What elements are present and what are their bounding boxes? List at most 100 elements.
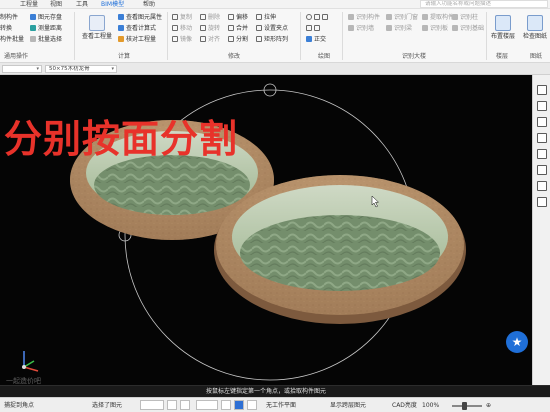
draw-tools-row-1[interactable] [306,14,330,22]
ribbon-btn-view-formula[interactable]: 查看计算式 [118,25,156,33]
ribbon-btn-recognize-column[interactable]: 识别柱 [452,14,478,22]
ortho-toggle[interactable] [221,400,231,410]
3d-viewport[interactable]: 分别按面分割 一起造价吧 ★ [0,75,532,385]
zoom-fit-icon[interactable] [537,181,547,191]
ribbon-btn-align[interactable]: 对齐 [200,36,220,44]
ribbon-btn-stretch[interactable]: 拉伸 [256,14,276,22]
view-front-icon[interactable] [537,133,547,143]
ribbon-btn-batch-select[interactable]: 批量选择 [30,36,62,44]
door-icon [386,14,392,20]
right-basin[interactable] [214,175,466,324]
app-window: 工程量 视图 工具 BIM模型 帮助 请输入功能名称或问题描述 制构件 转换 构… [0,0,550,412]
ribbon-btn-recognize-component[interactable]: 识别构件 [348,14,380,22]
ribbon-divider [300,12,301,60]
component-select[interactable]: 50×75木枋龙骨 ▾ [45,65,117,73]
draw-tools-row-2[interactable] [306,25,322,33]
offset-icon [228,14,234,20]
cad-brightness-slider[interactable] [452,405,482,407]
chevron-down-icon: ▾ [36,66,39,72]
select-mode-dropdown[interactable] [140,400,164,410]
ribbon-divider [486,12,487,60]
axis-gizmo [22,351,39,372]
align-icon [200,36,206,42]
array-icon [256,36,262,42]
polar-toggle[interactable] [247,400,257,410]
tab-help[interactable]: 帮助 [143,0,155,9]
selection-status: 选择了图元 [92,402,123,409]
workplane-dropdown[interactable]: 无工作平面 [266,401,296,410]
ribbon-btn-view-properties[interactable]: 查看图元属性 [118,14,162,22]
ribbon-btn-layout-floor[interactable]: 布置楼层 [488,15,518,40]
snap-toggle[interactable] [167,400,177,410]
ribbon-btn-move[interactable]: 移动 [172,25,192,33]
angle-dropdown[interactable] [196,400,218,410]
view-top-icon[interactable] [537,117,547,127]
drawing-icon [527,15,543,31]
point-icon [306,14,312,20]
component-selector-bar: ▾ 50×75木枋龙骨 ▾ [0,63,550,75]
star-icon: ★ [511,335,523,349]
ribbon-btn-mirror[interactable]: 镜像 [172,36,192,44]
view-side-icon[interactable] [537,149,547,159]
line-icon [314,14,320,20]
grid-toggle[interactable] [180,400,190,410]
display-crossfloor-toggle[interactable]: 显示跨层图元 [330,401,366,410]
layer-select[interactable]: ▾ [2,65,42,73]
ribbon-btn-rect-array[interactable]: 矩形阵列 [256,36,288,44]
overlay-title: 分别按面分割 [4,117,239,161]
orthogonal-toggle[interactable]: 正交 [306,36,326,44]
tab-view[interactable]: 视图 [50,0,62,9]
tab-bim-model[interactable]: BIM模型 [101,0,124,9]
cad-brightness-label: CAD亮度 [392,402,417,409]
ribbon-divider [167,12,168,60]
ribbon-btn-rotate[interactable]: 旋转 [200,25,220,33]
command-search-input[interactable]: 请输入功能名称或问题描述 [420,0,548,8]
ribbon-btn-merge[interactable]: 合并 [228,25,248,33]
plus-icon[interactable]: ⊕ [486,401,491,410]
split-icon [228,36,234,42]
rect-icon [306,25,312,31]
ribbon-btn-set-grips[interactable]: 设置夹点 [256,25,288,33]
snap-status: 捕捉到角点 [4,402,35,409]
ribbon-btn-cut-2[interactable]: 转换 [0,25,12,33]
save-icon [30,14,36,20]
ribbon-btn-check-quantity[interactable]: 核对工程量 [118,36,156,44]
ribbon: 制构件 转换 构件批量 图元存盘 测量距离 批量选择 通用操作 查看工程量 查看… [0,9,550,63]
ribbon-btn-check-drawing[interactable]: 检查图纸 [520,15,550,40]
ribbon-btn-copy[interactable]: 复制 [172,14,192,22]
group-label-general: 通用操作 [4,53,29,60]
group-label-recognition: 识别大楼 [402,53,427,60]
render-mode-icon[interactable] [537,197,547,207]
checkbox-checked-icon [306,36,312,42]
ribbon-btn-cut-1[interactable]: 制构件 [0,14,18,22]
ribbon-btn-recognize-foundation[interactable]: 识别基础 [452,25,484,33]
ribbon-btn-recognize-wall[interactable]: 识别墙 [348,25,374,33]
slider-handle[interactable] [462,402,467,410]
chevron-down-icon: ▾ [111,66,114,72]
ribbon-btn-offset[interactable]: 偏移 [228,14,248,22]
view-3d-icon[interactable] [537,165,547,175]
ribbon-btn-recognize-beam[interactable]: 识别梁 [386,25,412,33]
ribbon-btn-split[interactable]: 分割 [228,36,248,44]
mirror-icon [172,36,178,42]
ribbon-btn-delete[interactable]: 删除 [200,14,220,22]
favorite-star-button[interactable]: ★ [506,331,528,353]
column-icon [452,14,458,20]
command-hint-bar: 按鼠标左键指定第一个角点，或拾取构件图元 [0,385,550,397]
ribbon-btn-recognize-door[interactable]: 识别门窗 [386,14,418,22]
ribbon-btn-recognize-slab[interactable]: 识别板 [422,25,448,33]
ribbon-btn-measure-distance[interactable]: 测量距离 [30,25,62,33]
object-snap-toggle[interactable] [234,400,244,410]
move-icon [172,25,178,31]
ribbon-btn-extract[interactable]: 提取构件 [422,14,454,22]
view-cube-icon[interactable] [537,85,547,95]
ruler-icon [30,25,36,31]
tab-tools[interactable]: 工具 [76,0,88,9]
tab-quantity[interactable]: 工程量 [20,0,38,9]
ribbon-btn-save-elements[interactable]: 图元存盘 [30,14,62,22]
ribbon-btn-view-quantity[interactable]: 查看工程量 [80,15,114,40]
group-label-drawing: 图纸 [530,53,543,60]
copy-icon [172,14,178,20]
ribbon-btn-batch[interactable]: 构件批量 [0,36,24,44]
layer-icon[interactable] [537,101,547,111]
